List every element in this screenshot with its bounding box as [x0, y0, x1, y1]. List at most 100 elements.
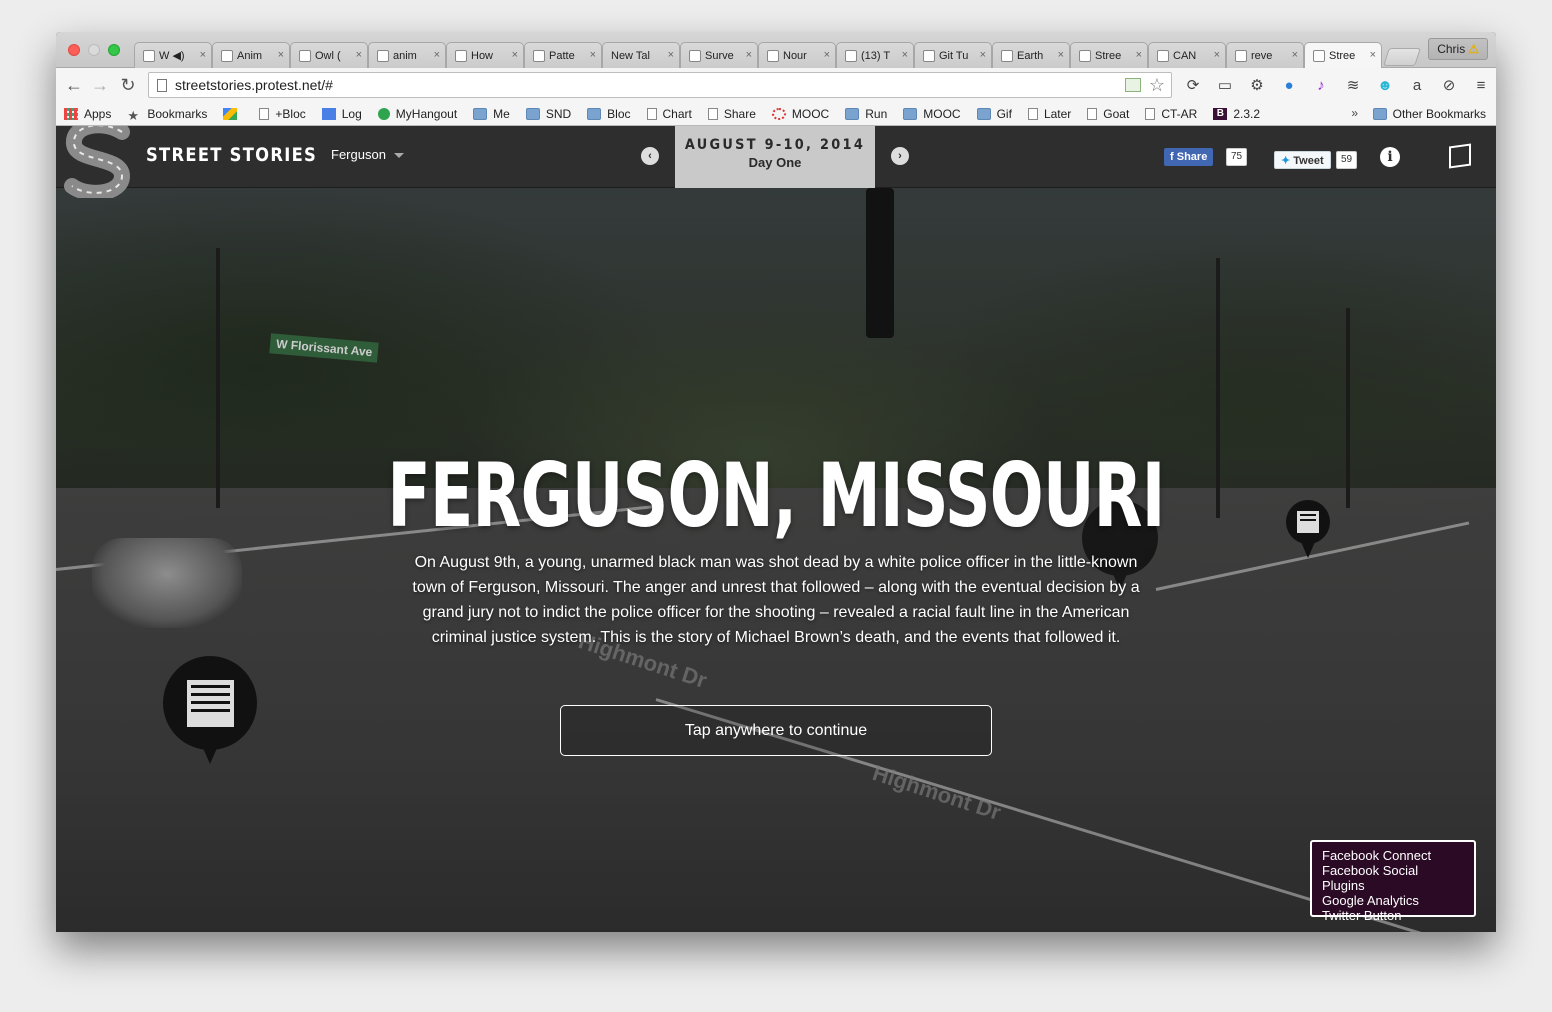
compass-icon[interactable]: ⊘: [1438, 75, 1460, 95]
tab-label: reve: [1251, 49, 1273, 62]
screen-capture-icon[interactable]: ▭: [1214, 75, 1236, 95]
nour-icon: [767, 49, 779, 62]
close-tab-icon[interactable]: ×: [1370, 49, 1376, 61]
bookmark-item[interactable]: Goat: [1087, 107, 1129, 121]
bookmark-item[interactable]: ★ Bookmarks: [127, 107, 207, 123]
zoom-window-button[interactable]: [108, 44, 120, 56]
browser-tab[interactable]: W ◀) ×: [134, 42, 212, 68]
browser-tab[interactable]: anim ×: [368, 42, 446, 68]
reload-button[interactable]: ↻: [118, 75, 138, 95]
new-tab-button[interactable]: [1383, 48, 1421, 66]
earth-icon: [1001, 49, 1013, 62]
tracker-list-popup[interactable]: Facebook Connect Facebook Social Plugins…: [1310, 840, 1476, 923]
bookmark-item[interactable]: Log: [321, 107, 362, 121]
bookmark-item[interactable]: MyHangout: [377, 107, 457, 121]
ghost-icon[interactable]: ☻: [1374, 75, 1396, 95]
browser-tab[interactable]: How ×: [446, 42, 524, 68]
bookmark-item[interactable]: Gif: [976, 107, 1012, 121]
site-title[interactable]: STREET STORIES: [146, 144, 317, 166]
bookmark-item[interactable]: Later: [1027, 107, 1071, 121]
browser-tab[interactable]: Anim ×: [212, 42, 290, 68]
close-tab-icon[interactable]: ×: [1214, 49, 1220, 61]
amazon-icon[interactable]: a: [1406, 75, 1428, 95]
street-stories-logo-icon[interactable]: [64, 126, 134, 198]
close-tab-icon[interactable]: ×: [1292, 49, 1298, 61]
site-header: STREET STORIES Ferguson ‹ AUGUST 9-10, 2…: [56, 126, 1496, 198]
rss-icon[interactable]: [1125, 78, 1141, 92]
browser-tab[interactable]: Patte ×: [524, 42, 602, 68]
close-tab-icon[interactable]: ×: [278, 49, 284, 61]
close-tab-icon[interactable]: ×: [1058, 49, 1064, 61]
close-tab-icon[interactable]: ×: [980, 49, 986, 61]
browser-tab[interactable]: Earth ×: [992, 42, 1070, 68]
continue-button[interactable]: Tap anywhere to continue: [560, 705, 992, 756]
browser-tab[interactable]: (13) T ×: [836, 42, 914, 68]
info-icon[interactable]: i: [1380, 147, 1400, 167]
bookmark-icon: [845, 107, 860, 120]
browser-tab[interactable]: reve ×: [1226, 42, 1304, 68]
bookmark-item[interactable]: Share: [707, 107, 756, 121]
close-tab-icon[interactable]: ×: [200, 49, 206, 61]
close-tab-icon[interactable]: ×: [590, 49, 596, 61]
bookmarks-overflow-button[interactable]: »: [1351, 106, 1358, 120]
menu-icon[interactable]: ≡: [1470, 75, 1492, 95]
close-tab-icon[interactable]: ×: [512, 49, 518, 61]
globe-icon[interactable]: ●: [1278, 75, 1300, 95]
music-icon[interactable]: ♪: [1310, 75, 1332, 95]
forward-button[interactable]: →: [90, 75, 110, 95]
bookmark-item[interactable]: Me: [473, 107, 510, 121]
bookmark-item[interactable]: SND: [525, 107, 571, 121]
close-tab-icon[interactable]: ×: [434, 49, 440, 61]
sync-icon[interactable]: ⟳: [1182, 75, 1204, 95]
tab-label: Owl (: [315, 49, 341, 62]
map-icon[interactable]: [1449, 143, 1471, 169]
browser-tab[interactable]: Owl ( ×: [290, 42, 368, 68]
minimize-window-button[interactable]: [88, 44, 100, 56]
address-bar[interactable]: ☆: [148, 72, 1172, 98]
browser-tab[interactable]: Nour ×: [758, 42, 836, 68]
browser-tab[interactable]: Surve ×: [680, 42, 758, 68]
bookmark-label: Bloc: [607, 106, 631, 121]
share-count: 75: [1226, 148, 1248, 166]
bookmark-item[interactable]: MOOC: [903, 107, 961, 121]
browser-tab[interactable]: Git Tu ×: [914, 42, 992, 68]
other-bookmarks[interactable]: Other Bookmarks: [1372, 102, 1486, 126]
drive-bookmark-icon[interactable]: [223, 107, 243, 120]
page-icon: [1235, 49, 1247, 62]
close-tab-icon[interactable]: ×: [824, 49, 830, 61]
bookmark-star-icon[interactable]: ☆: [1149, 75, 1165, 95]
web-page[interactable]: W Florissant Ave Highmont Dr Highmont Dr…: [56, 126, 1496, 932]
browser-tab[interactable]: New Tal ×: [602, 42, 680, 68]
browser-tab[interactable]: Stree ×: [1070, 42, 1148, 68]
bookmark-item[interactable]: MOOC: [771, 107, 829, 121]
close-tab-icon[interactable]: ×: [902, 49, 908, 61]
bookmark-item[interactable]: Bloc: [587, 106, 631, 121]
next-day-button[interactable]: ›: [891, 147, 909, 165]
close-tab-icon[interactable]: ×: [668, 49, 674, 61]
settings-gear-icon[interactable]: ⚙: [1246, 75, 1268, 95]
tweet-button[interactable]: ✦ Tweet: [1274, 151, 1331, 169]
close-tab-icon[interactable]: ×: [746, 49, 752, 61]
bookmark-item[interactable]: Apps: [64, 107, 111, 121]
bookmark-item[interactable]: +Bloc: [259, 107, 306, 121]
layers-icon[interactable]: ≋: [1342, 75, 1364, 95]
other-bookmarks-label: Other Bookmarks: [1392, 107, 1486, 121]
profile-button[interactable]: Chris ⚠: [1428, 38, 1488, 60]
close-tab-icon[interactable]: ×: [1136, 49, 1142, 61]
url-input[interactable]: [175, 76, 1115, 94]
bookmark-item[interactable]: Chart: [646, 107, 692, 121]
browser-tab[interactable]: Stree ×: [1304, 42, 1382, 68]
news-marker-icon[interactable]: [163, 656, 257, 764]
facebook-share-button[interactable]: f Share: [1164, 148, 1214, 166]
bookmark-item[interactable]: CT-AR: [1145, 107, 1197, 121]
close-tab-icon[interactable]: ×: [356, 49, 362, 61]
date-display: AUGUST 9-10, 2014 Day One: [675, 126, 875, 188]
pinterest-icon: [845, 49, 857, 62]
back-button[interactable]: ←: [64, 75, 84, 95]
close-window-button[interactable]: [68, 44, 80, 56]
location-dropdown[interactable]: Ferguson: [331, 147, 404, 162]
previous-day-button[interactable]: ‹: [641, 147, 659, 165]
bookmark-item[interactable]: B 2.3.2: [1213, 107, 1260, 121]
browser-tab[interactable]: CAN ×: [1148, 42, 1226, 68]
bookmark-item[interactable]: Run: [845, 107, 887, 121]
